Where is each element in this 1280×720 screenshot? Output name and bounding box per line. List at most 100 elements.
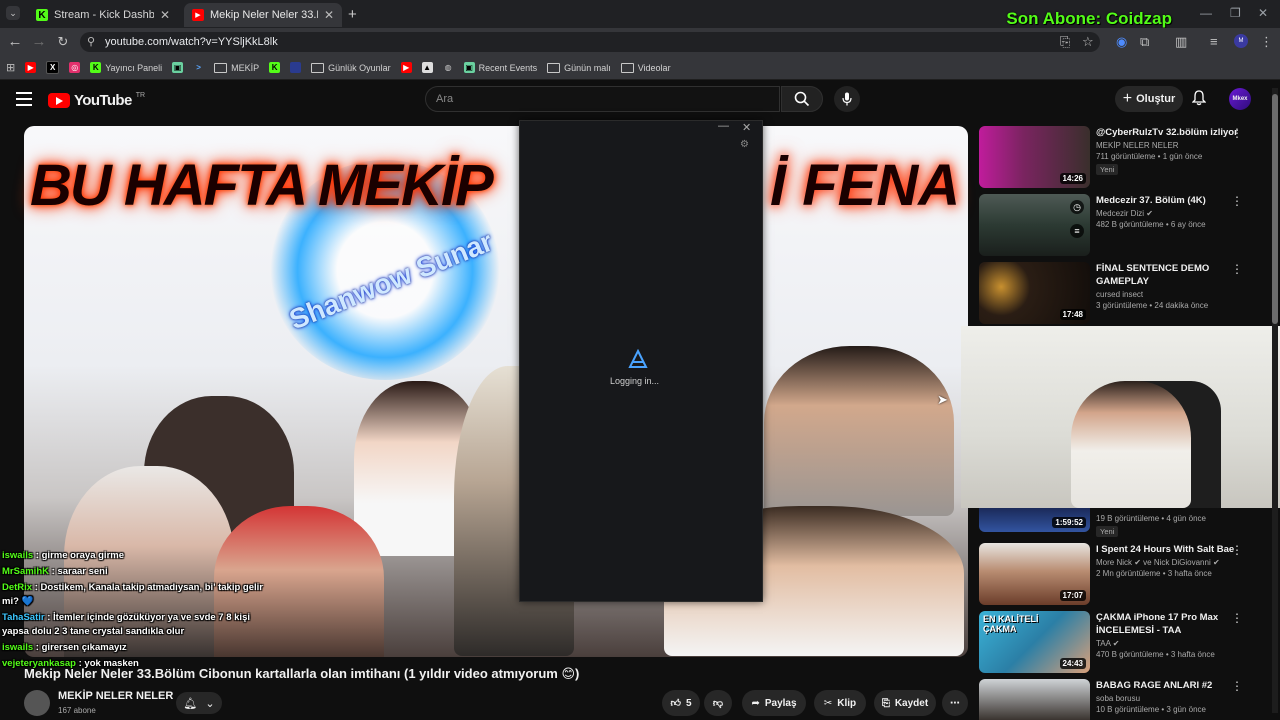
- like-button[interactable]: 👍︎ 5: [662, 690, 700, 716]
- bookmark-yayinci-paneli[interactable]: K Yayıncı Paneli: [90, 62, 162, 73]
- recommendation-thumbnail[interactable]: 17:48: [979, 262, 1090, 324]
- recommendation-channel[interactable]: cursed insect: [1096, 290, 1246, 299]
- recommendation-thumbnail[interactable]: 17:07: [979, 543, 1090, 605]
- recommendation-thumbnail[interactable]: EN KALİTELİ ÇAKMA 24:43: [979, 611, 1090, 673]
- apps-grid-icon[interactable]: ⊞: [6, 61, 15, 74]
- more-actions-button[interactable]: ⋯: [942, 690, 968, 716]
- bookmark-star-icon[interactable]: ☆: [1082, 34, 1094, 50]
- save-button[interactable]: ⎘ Kaydet: [874, 690, 936, 716]
- recommendation-channel[interactable]: Medcezir Dizi ✔: [1096, 209, 1246, 218]
- recommendation-title[interactable]: FİNAL SENTENCE DEMO GAMEPLAY: [1096, 262, 1246, 288]
- maximize-window-button[interactable]: ❐: [1230, 6, 1241, 20]
- bookmark-arrow[interactable]: >: [193, 62, 204, 73]
- more-vertical-icon[interactable]: ⋮: [1231, 126, 1243, 140]
- subscription-bell-button[interactable]: 🔔︎ ⌄: [176, 692, 222, 714]
- recommendation-channel[interactable]: MEKİP NELER NELER: [1096, 141, 1246, 150]
- bookmark-app[interactable]: ▣: [172, 62, 184, 73]
- media-controls-icon[interactable]: ≡: [1210, 34, 1218, 49]
- more-vertical-icon[interactable]: ⋮: [1231, 679, 1243, 693]
- new-tab-button[interactable]: +: [348, 6, 357, 23]
- menu-hamburger-icon[interactable]: [16, 92, 32, 110]
- channel-avatar[interactable]: [24, 690, 50, 716]
- tab-list-button[interactable]: ⌄: [6, 6, 20, 20]
- recommendation-stats: 470 B görüntüleme • 3 hafta önce: [1096, 650, 1215, 659]
- mouse-cursor-icon: ➤: [937, 392, 948, 407]
- channel-name[interactable]: MEKİP NELER NELER: [58, 690, 173, 702]
- recommendation-thumbnail[interactable]: 1:59:52: [979, 508, 1090, 532]
- chat-text: saraar seni: [57, 566, 108, 577]
- recommendation-title[interactable]: Medcezir 37. Bölüm (4K): [1096, 194, 1246, 207]
- thumbs-up-icon: 👍︎: [670, 698, 681, 709]
- profile-icon[interactable]: M: [1234, 34, 1248, 48]
- popup-settings-gear-icon[interactable]: ⚙: [740, 139, 749, 150]
- bookmark-folder-gunun-mali[interactable]: Günün malı: [547, 62, 611, 73]
- site-info-icon[interactable]: ⚲: [87, 35, 95, 48]
- clip-button[interactable]: ✂ Klip: [814, 690, 866, 716]
- recommendation-thumbnail[interactable]: ◷ ≡: [979, 194, 1090, 256]
- install-app-icon[interactable]: ⎘: [1060, 34, 1070, 50]
- recommendation-item[interactable]: EN KALİTELİ ÇAKMA 24:43 ÇAKMA iPhone 17 …: [979, 611, 1269, 675]
- bookmark-label: Recent Events: [478, 62, 538, 73]
- back-icon[interactable]: ←: [6, 33, 24, 50]
- bookmark-kick[interactable]: K: [269, 62, 281, 73]
- bookmark-x[interactable]: X: [46, 61, 60, 74]
- tab-youtube-video[interactable]: ▶ Mekip Neler Neler 33.Bölüm Ci ✕: [184, 3, 342, 27]
- more-vertical-icon[interactable]: ⋮: [1231, 611, 1243, 625]
- extensions-puzzle-icon[interactable]: ⧉: [1140, 34, 1149, 50]
- url-text[interactable]: youtube.com/watch?v=YYSljKkL8lk: [105, 36, 278, 48]
- dislike-button[interactable]: 👎︎: [704, 690, 732, 716]
- search-button[interactable]: [781, 86, 823, 112]
- bookmark-instagram[interactable]: ◎: [69, 62, 81, 73]
- reload-icon[interactable]: ↻: [54, 34, 72, 50]
- recommendation-channel[interactable]: More Nick ✔ ve Nick DiGiovanni ✔: [1096, 558, 1246, 567]
- recommendation-channel[interactable]: soba borusu: [1096, 694, 1246, 703]
- bookmark-square[interactable]: [290, 62, 302, 73]
- recommendation-item[interactable]: ◷ ≡ Medcezir 37. Bölüm (4K) Medcezir Diz…: [979, 194, 1269, 258]
- recommendation-title[interactable]: ÇAKMA iPhone 17 Pro Max İNCELEMESİ - TAA: [1096, 611, 1246, 637]
- page-scrollbar-thumb[interactable]: [1272, 94, 1278, 324]
- extension-icon[interactable]: ◉: [1116, 34, 1127, 50]
- recommendation-item[interactable]: 14:26 @CyberRulzTv 32.bölüm izliyor MEKİ…: [979, 126, 1269, 190]
- more-vertical-icon[interactable]: ⋮: [1231, 262, 1243, 276]
- side-panel-icon[interactable]: ▥: [1175, 34, 1187, 50]
- add-to-queue-icon[interactable]: ≡: [1070, 224, 1084, 238]
- bookmark-image[interactable]: ▲: [421, 62, 433, 73]
- recommendation-item[interactable]: 1:59:52 19 B görüntüleme • 4 gün önce Ye…: [979, 508, 1269, 540]
- bookmark-youtube[interactable]: ▶: [25, 62, 37, 73]
- recommendation-thumbnail[interactable]: [979, 679, 1090, 720]
- bookmark-folder-videolar[interactable]: Videolar: [620, 62, 671, 73]
- more-vertical-icon[interactable]: ⋮: [1231, 194, 1243, 208]
- close-tab-icon[interactable]: ✕: [324, 8, 334, 22]
- watch-later-clock-icon[interactable]: ◷: [1070, 200, 1084, 214]
- bookmark-youtube-2[interactable]: ▶: [400, 62, 412, 73]
- youtube-logo[interactable]: YouTube TR: [48, 92, 145, 109]
- bookmark-folder-gunluk-oyunlar[interactable]: Günlük Oyunlar: [311, 62, 391, 73]
- recommendation-item[interactable]: BABAG RAGE ANLARI #2 soba borusu 10 B gö…: [979, 679, 1269, 720]
- forward-icon[interactable]: →: [30, 33, 48, 50]
- app-logo-icon: [628, 349, 648, 368]
- recommendation-title[interactable]: BABAG RAGE ANLARI #2: [1096, 679, 1246, 692]
- bookmark-recent-events[interactable]: ▣ Recent Events: [463, 62, 538, 73]
- popup-close-icon[interactable]: ✕: [742, 121, 751, 134]
- recommendation-title[interactable]: @CyberRulzTv 32.bölüm izliyor: [1096, 126, 1246, 139]
- create-button[interactable]: + Oluştur: [1115, 86, 1183, 112]
- bookmark-globe[interactable]: ◍: [443, 62, 454, 73]
- close-tab-icon[interactable]: ✕: [160, 8, 170, 22]
- close-window-button[interactable]: ✕: [1258, 6, 1268, 20]
- browser-menu-icon[interactable]: ⋮: [1260, 34, 1273, 50]
- tab-kick-dashboard[interactable]: K Stream - Kick Dashboard ✕: [28, 3, 178, 27]
- more-vertical-icon[interactable]: ⋮: [1231, 543, 1243, 557]
- share-button[interactable]: ➦ Paylaş: [742, 690, 806, 716]
- popup-minimize-icon[interactable]: —: [718, 120, 729, 132]
- search-input[interactable]: Ara: [425, 86, 780, 112]
- minimize-window-button[interactable]: —: [1200, 6, 1212, 20]
- account-avatar[interactable]: Mkex: [1229, 88, 1251, 110]
- voice-search-button[interactable]: [834, 86, 860, 112]
- recommendation-title[interactable]: I Spent 24 Hours With Salt Bae: [1096, 543, 1246, 556]
- recommendation-channel[interactable]: TAA ✔: [1096, 639, 1246, 648]
- notifications-bell-icon[interactable]: [1191, 90, 1207, 110]
- bookmark-folder-mekip[interactable]: MEKİP: [214, 62, 259, 73]
- recommendation-item[interactable]: 17:48 FİNAL SENTENCE DEMO GAMEPLAY curse…: [979, 262, 1269, 326]
- recommendation-item[interactable]: 17:07 I Spent 24 Hours With Salt Bae Mor…: [979, 543, 1269, 607]
- recommendation-thumbnail[interactable]: 14:26: [979, 126, 1090, 188]
